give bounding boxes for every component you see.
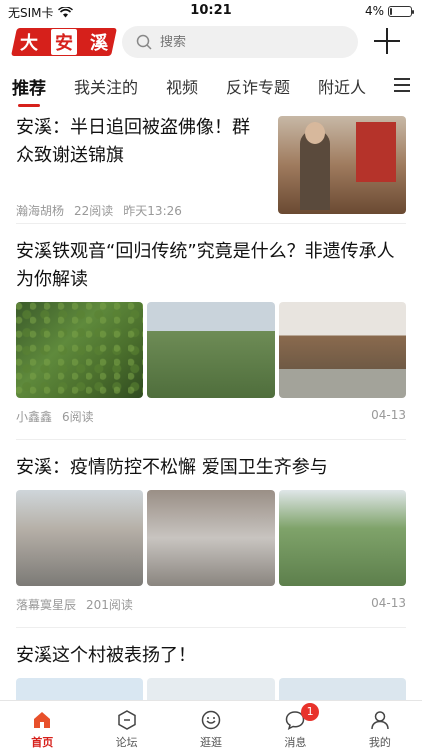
tabbar-messages[interactable]: 消息 1	[253, 701, 337, 750]
list-item[interactable]: 安溪铁观音“回归传统”究竟是什么？非遗传承人为你解读 小鑫鑫 6阅读 04-13	[16, 224, 406, 440]
article-time: 04-13	[371, 596, 406, 610]
tabbar-label: 首页	[31, 736, 54, 749]
battery-icon	[388, 5, 414, 17]
article-time: 04-13	[371, 408, 406, 422]
tabbar-label: 逛逛	[200, 736, 223, 749]
tabbar-profile[interactable]: 我的	[338, 701, 422, 750]
status-bar: 无SIM卡 10:21 4%	[0, 0, 422, 22]
list-item[interactable]: 安溪这个村被表扬了！	[16, 628, 406, 700]
article-reads: 22阅读	[74, 204, 114, 218]
article-image	[147, 302, 275, 398]
app-logo[interactable]: 大 安 溪	[11, 28, 117, 56]
article-time: 昨天13:26	[123, 204, 182, 218]
article-image	[278, 302, 406, 398]
tab-following[interactable]: 我关注的	[74, 68, 138, 98]
home-icon	[31, 709, 53, 731]
add-icon[interactable]	[374, 28, 400, 54]
article-image	[278, 490, 406, 586]
app-header: 大 安 溪	[0, 24, 422, 64]
tabbar-label: 消息	[284, 736, 307, 749]
bottom-tab-bar: 首页 论坛 逛逛 消息 1 我的	[0, 700, 422, 750]
tabbar-browse[interactable]: 逛逛	[169, 701, 253, 750]
article-image	[16, 302, 144, 398]
article-images	[16, 678, 406, 700]
article-image	[278, 678, 406, 700]
search-input[interactable]	[160, 34, 340, 50]
article-image	[16, 678, 144, 700]
article-author: 落幕寞星辰	[16, 598, 77, 612]
tabbar-home[interactable]: 首页	[0, 701, 84, 750]
logo-char-1: 大	[20, 33, 39, 54]
article-image	[147, 678, 275, 700]
article-thumbnail	[278, 116, 406, 214]
article-meta: 落幕寞星辰 201阅读 04-13	[16, 596, 406, 627]
article-title: 安溪这个村被表扬了！	[16, 645, 196, 666]
list-item[interactable]: 安溪：疫情防控不松懈 爱国卫生齐参与 落幕寞星辰 201阅读 04-13	[16, 440, 406, 628]
article-reads: 201阅读	[86, 598, 133, 612]
user-icon	[369, 709, 391, 731]
search-icon	[136, 34, 152, 50]
tab-anti-fraud[interactable]: 反诈专题	[226, 68, 290, 98]
menu-icon[interactable]	[394, 78, 410, 92]
clock: 10:21	[190, 3, 232, 18]
article-images	[16, 302, 406, 398]
tabbar-label: 我的	[368, 736, 391, 749]
search-bar[interactable]	[122, 26, 358, 58]
logo-char-3: 溪	[89, 33, 108, 54]
article-image	[16, 490, 144, 586]
unread-badge: 1	[301, 703, 320, 721]
article-title: 安溪：疫情防控不松懈 爱国卫生齐参与	[16, 457, 328, 478]
article-images	[16, 490, 406, 586]
tabbar-label: 论坛	[115, 736, 138, 749]
battery-percent: 4%	[364, 4, 384, 18]
article-reads: 6阅读	[62, 410, 94, 424]
tab-recommend[interactable]: 推荐	[12, 68, 46, 107]
category-tabs: 推荐 我关注的 视频 反诈专题 附近人	[0, 68, 422, 107]
article-author: 小鑫鑫	[16, 410, 53, 424]
article-meta: 瀚海胡杨 22阅读 昨天13:26	[16, 202, 182, 219]
smile-icon	[200, 709, 222, 731]
tab-nearby[interactable]: 附近人	[318, 68, 366, 98]
tab-video[interactable]: 视频	[166, 68, 198, 98]
tabbar-forum[interactable]: 论坛	[84, 701, 168, 750]
article-author: 瀚海胡杨	[16, 204, 65, 218]
list-item[interactable]: 安溪：半日追回被盗佛像！群众致谢送锦旗 瀚海胡杨 22阅读 昨天13:26	[16, 106, 406, 224]
article-meta: 小鑫鑫 6阅读 04-13	[16, 408, 406, 439]
forum-icon	[116, 709, 138, 731]
logo-char-2: 安	[50, 29, 77, 55]
news-feed[interactable]: 安溪：半日追回被盗佛像！群众致谢送锦旗 瀚海胡杨 22阅读 昨天13:26 安溪…	[0, 106, 422, 700]
article-title: 安溪：半日追回被盗佛像！群众致谢送锦旗	[16, 117, 250, 166]
article-title: 安溪铁观音“回归传统”究竟是什么？非遗传承人为你解读	[16, 241, 395, 290]
article-image	[147, 490, 275, 586]
